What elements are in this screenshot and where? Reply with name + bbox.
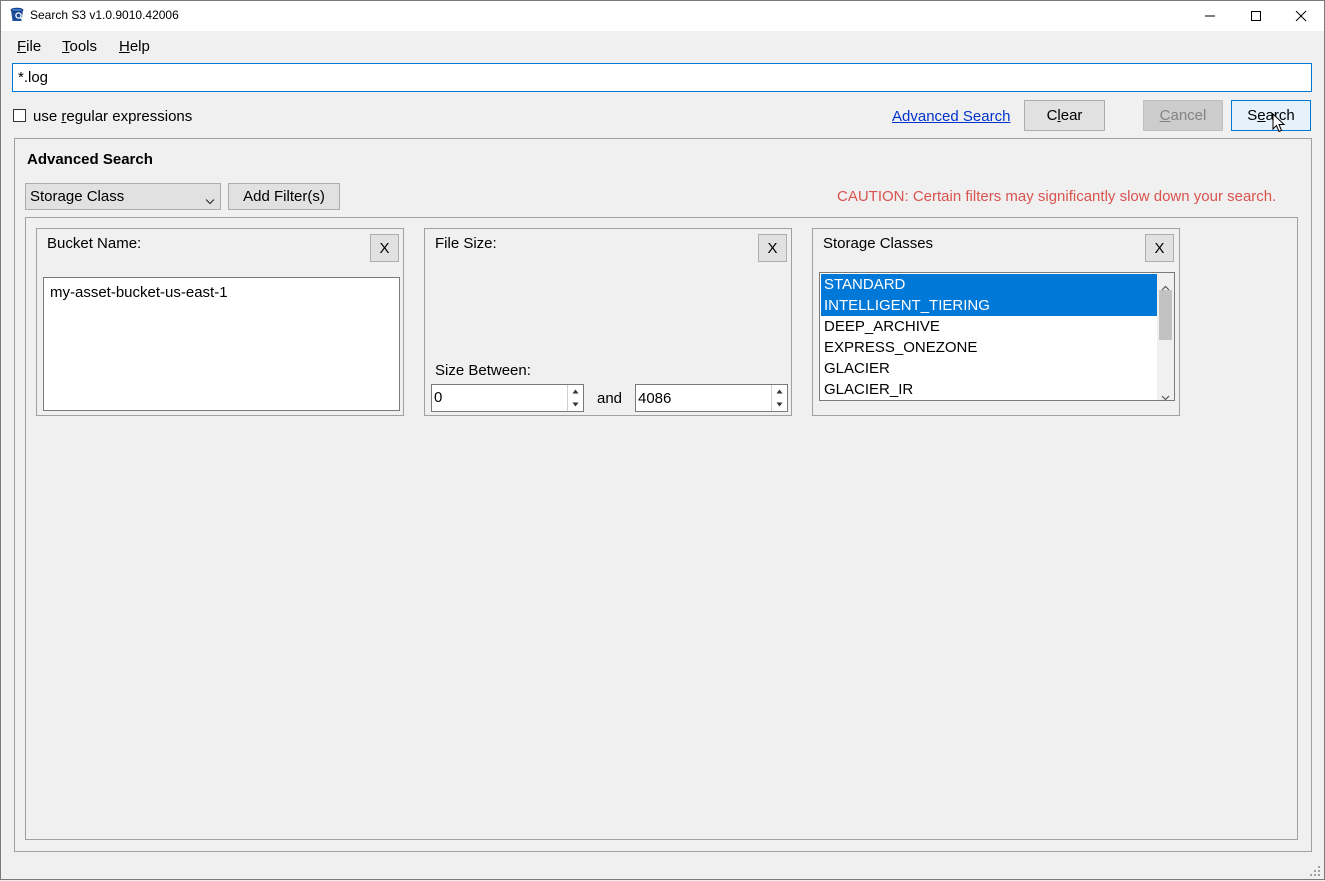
caret-up-icon	[572, 389, 578, 394]
storage-classes-label: Storage Classes	[823, 235, 934, 252]
menu-tools-mnemonic: T	[62, 38, 70, 55]
close-button[interactable]	[1278, 0, 1324, 31]
min-size-spin-buttons	[567, 385, 582, 411]
chevron-down-icon	[205, 193, 215, 205]
caret-up-icon	[776, 389, 782, 394]
app-bucket-icon	[9, 7, 25, 23]
list-item[interactable]: STANDARD	[821, 274, 1157, 295]
advanced-search-link[interactable]: Advanced Search	[892, 108, 1010, 125]
list-item[interactable]: INTELLIGENT_TIERING	[821, 295, 1157, 316]
minimize-icon	[1205, 15, 1215, 16]
max-size-spin-buttons	[771, 385, 786, 411]
filter-type-select[interactable]: Storage Class	[25, 183, 221, 210]
caution-message: CAUTION: Certain filters may significant…	[837, 188, 1277, 205]
maximize-button[interactable]	[1233, 0, 1279, 31]
title-bar[interactable]	[0, 0, 1325, 31]
and-label: and	[597, 390, 623, 407]
menu-help-mnemonic: H	[119, 38, 130, 55]
status-bar	[0, 858, 1325, 880]
maximize-icon	[1251, 10, 1261, 21]
list-item[interactable]: GLACIER	[821, 358, 1157, 379]
menu-tools-label: ools	[69, 38, 98, 55]
window-title: Search S3 v1.0.9010.42006	[30, 8, 179, 22]
menu-tools[interactable]: Tools	[62, 38, 97, 55]
advanced-search-title: Advanced Search	[27, 151, 153, 168]
menu-file-mnemonic: F	[17, 38, 27, 55]
max-size-down-button[interactable]	[771, 398, 786, 411]
scroll-down-icon[interactable]	[1161, 388, 1170, 405]
min-size-down-button[interactable]	[567, 398, 582, 411]
list-item[interactable]: DEEP_ARCHIVE	[821, 316, 1157, 337]
caret-down-icon	[776, 402, 782, 407]
bucket-name-value: my-asset-bucket-us-east-1	[50, 284, 228, 301]
search-input[interactable]	[12, 63, 1312, 92]
min-size-value: 0	[434, 389, 443, 406]
menu-help[interactable]: Help	[119, 38, 150, 55]
search-button[interactable]: Se arch	[1231, 100, 1311, 131]
list-item[interactable]: EXPRESS_ONEZONE	[821, 337, 1157, 358]
use-regex-label[interactable]: use regular expressions	[33, 108, 192, 125]
scrollbar-thumb[interactable]	[1159, 290, 1172, 340]
max-size-up-button[interactable]	[771, 385, 786, 398]
menu-file-label: ile	[26, 38, 42, 55]
clear-button[interactable]: Cl ear	[1024, 100, 1105, 131]
cancel-button[interactable]: Cancel	[1143, 100, 1223, 131]
menu-help-label: elp	[129, 38, 150, 55]
remove-file-size-filter-button[interactable]: X	[758, 234, 787, 262]
max-size-value: 4086	[638, 390, 672, 407]
menu-bar	[0, 31, 1325, 61]
mouse-cursor-icon	[1272, 112, 1286, 133]
scroll-up-icon[interactable]	[1161, 278, 1170, 295]
add-filter-button[interactable]: Add Filter(s)	[228, 183, 340, 210]
remove-storage-classes-filter-button[interactable]: X	[1145, 234, 1174, 262]
menu-file[interactable]: File	[17, 38, 41, 55]
minimize-button[interactable]	[1187, 0, 1233, 31]
close-icon	[1295, 10, 1307, 21]
file-size-label: File Size:	[435, 235, 497, 252]
use-regex-checkbox[interactable]	[13, 109, 26, 122]
list-item[interactable]: GLACIER_IR	[821, 379, 1157, 400]
caret-down-icon	[572, 402, 578, 407]
storage-classes-listbox[interactable]: STANDARD INTELLIGENT_TIERING DEEP_ARCHIV…	[819, 272, 1175, 401]
min-size-stepper[interactable]	[431, 384, 584, 412]
remove-bucket-filter-button[interactable]: X	[370, 234, 399, 262]
min-size-up-button[interactable]	[567, 385, 582, 398]
size-between-label: Size Between:	[435, 362, 531, 379]
resize-grip-icon[interactable]	[1309, 864, 1321, 876]
filter-type-value: Storage Class	[30, 188, 125, 205]
bucket-name-label: Bucket Name:	[47, 235, 142, 252]
